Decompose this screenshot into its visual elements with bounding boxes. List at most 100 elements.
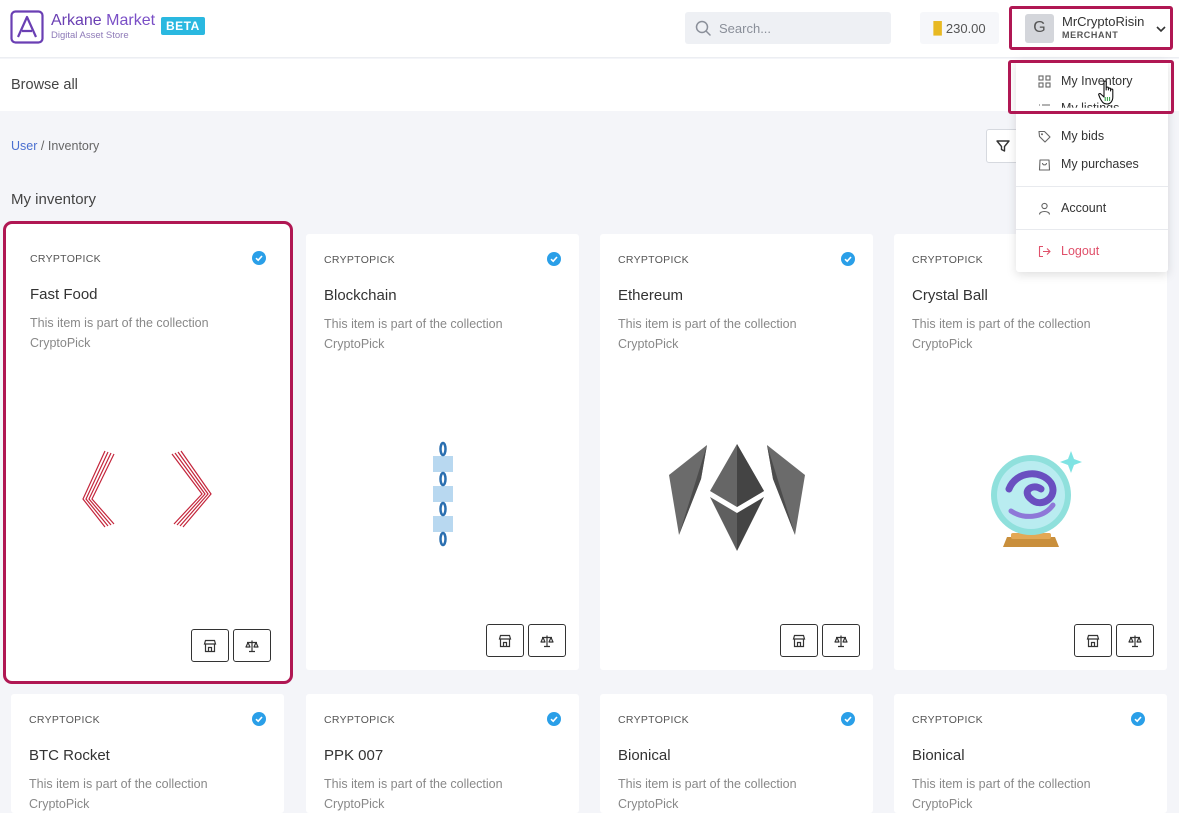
card-collection: CRYPTOPICK: [912, 254, 983, 266]
inventory-card[interactable]: CRYPTOPICK Blockchain This item is part …: [306, 234, 579, 670]
inventory-card[interactable]: CRYPTOPICK PPK 007 This item is part of …: [306, 694, 579, 813]
card-name: PPK 007: [324, 747, 384, 764]
card-actions: [780, 624, 860, 657]
card-desc-line2: CryptoPick: [912, 337, 973, 351]
card-description: This item is part of the collection Cryp…: [618, 314, 838, 354]
card-desc-line2: CryptoPick: [30, 336, 91, 350]
chain-icon: [432, 441, 453, 547]
card-description: This item is part of the collection Cryp…: [324, 314, 544, 354]
scales-icon: [834, 635, 848, 647]
card-description: This item is part of the collection Cryp…: [30, 313, 250, 353]
menu-divider: [1016, 186, 1168, 187]
logout-icon: [1038, 245, 1051, 257]
card-name: Bionical: [618, 747, 671, 764]
card-name: Bionical: [912, 747, 965, 764]
user-name: MrCryptoRisin: [1062, 13, 1145, 29]
card-description: This item is part of the collection Cryp…: [618, 774, 838, 813]
balance-display: █ 230.00: [920, 12, 999, 44]
brand-text: Arkane Market Digital Asset Store: [51, 13, 155, 41]
card-desc-line2: CryptoPick: [618, 337, 679, 351]
auction-button[interactable]: [1116, 624, 1154, 657]
card-desc-line2: CryptoPick: [912, 797, 973, 811]
card-artwork: [894, 409, 1167, 589]
card-desc-line1: This item is part of the collection: [912, 317, 1091, 331]
card-artwork: [6, 409, 290, 589]
card-actions: [191, 629, 271, 662]
inventory-card[interactable]: CRYPTOPICK Crystal Ball This item is par…: [894, 234, 1167, 670]
card-name: BTC Rocket: [29, 747, 110, 764]
breadcrumb-user-link[interactable]: User: [11, 139, 37, 153]
store-icon: [498, 634, 512, 647]
filter-button[interactable]: [986, 129, 1020, 163]
card-collection: CRYPTOPICK: [618, 254, 689, 266]
card-collection: CRYPTOPICK: [324, 714, 395, 726]
tag-icon: [1038, 130, 1051, 143]
card-description: This item is part of the collection Cryp…: [324, 774, 544, 813]
menu-item-my-purchases[interactable]: My purchases: [1038, 157, 1139, 171]
store-icon: [792, 634, 806, 647]
menu-item-account[interactable]: Account: [1038, 201, 1106, 215]
store-icon: [203, 639, 217, 652]
card-name: Crystal Ball: [912, 287, 988, 304]
scales-icon: [245, 640, 259, 652]
card-artwork: [306, 409, 579, 589]
inventory-card[interactable]: CRYPTOPICK Bionical This item is part of…: [600, 694, 873, 813]
inventory-card[interactable]: CRYPTOPICK Ethereum This item is part of…: [600, 234, 873, 670]
card-desc-line1: This item is part of the collection: [30, 316, 209, 330]
beta-badge: BETA: [161, 17, 205, 35]
auction-button[interactable]: [528, 624, 566, 657]
menu-item-label: Account: [1061, 201, 1107, 215]
user-menu-button[interactable]: G MrCryptoRisin MERCHANT: [1009, 6, 1173, 50]
verified-icon: [547, 712, 561, 726]
arkane-logo-icon: [10, 10, 44, 44]
card-name: Fast Food: [30, 286, 98, 303]
scales-icon: [1128, 635, 1142, 647]
brand-name-part1: Arkane: [51, 12, 102, 30]
brand-name-part2: Market: [106, 12, 156, 30]
card-desc-line2: CryptoPick: [618, 797, 679, 811]
sell-button[interactable]: [486, 624, 524, 657]
brand-name: Arkane Market: [51, 13, 155, 29]
search-input[interactable]: [719, 20, 879, 36]
verified-icon: [547, 252, 561, 266]
card-description: This item is part of the collection Cryp…: [29, 774, 249, 813]
card-description: This item is part of the collection Cryp…: [912, 774, 1132, 813]
sub-navigation: Browse all: [0, 59, 1179, 111]
menu-item-label: Logout: [1061, 244, 1100, 258]
card-desc-line1: This item is part of the collection: [324, 317, 503, 331]
card-desc-line1: This item is part of the collection: [912, 777, 1091, 791]
card-desc-line1: This item is part of the collection: [29, 777, 208, 791]
brand-tagline: Digital Asset Store: [51, 30, 129, 42]
inventory-card[interactable]: CRYPTOPICK Bionical This item is part of…: [894, 694, 1167, 813]
filter-icon: [996, 140, 1010, 152]
search-icon: [695, 20, 711, 36]
menu-item-my-bids[interactable]: My bids: [1038, 129, 1104, 143]
coins-icon: █: [933, 21, 942, 35]
card-actions: [486, 624, 566, 657]
auction-button[interactable]: [822, 624, 860, 657]
card-actions: [1074, 624, 1154, 657]
straws-icon: [82, 450, 212, 528]
avatar: G: [1025, 13, 1054, 43]
card-desc-line1: This item is part of the collection: [618, 777, 797, 791]
sell-button[interactable]: [1074, 624, 1112, 657]
brand-logo[interactable]: Arkane Market Digital Asset Store: [10, 10, 155, 44]
card-name: Blockchain: [324, 287, 397, 304]
user-icon: [1038, 202, 1051, 215]
card-desc-line2: CryptoPick: [324, 797, 385, 811]
sell-button[interactable]: [780, 624, 818, 657]
browse-all-link[interactable]: Browse all: [11, 77, 78, 93]
sell-button[interactable]: [191, 629, 229, 662]
verified-icon: [252, 251, 266, 265]
user-role: MERCHANT: [1062, 30, 1119, 41]
card-collection: CRYPTOPICK: [324, 254, 395, 266]
breadcrumb-current: Inventory: [47, 139, 100, 153]
search-box[interactable]: [685, 12, 891, 44]
card-collection: CRYPTOPICK: [912, 714, 983, 726]
inventory-card[interactable]: CRYPTOPICK BTC Rocket This item is part …: [11, 694, 284, 813]
store-icon: [1086, 634, 1100, 647]
inventory-card[interactable]: CRYPTOPICK Fast Food This item is part o…: [3, 221, 293, 684]
menu-item-logout[interactable]: Logout: [1038, 244, 1099, 258]
verified-icon: [841, 712, 855, 726]
auction-button[interactable]: [233, 629, 271, 662]
